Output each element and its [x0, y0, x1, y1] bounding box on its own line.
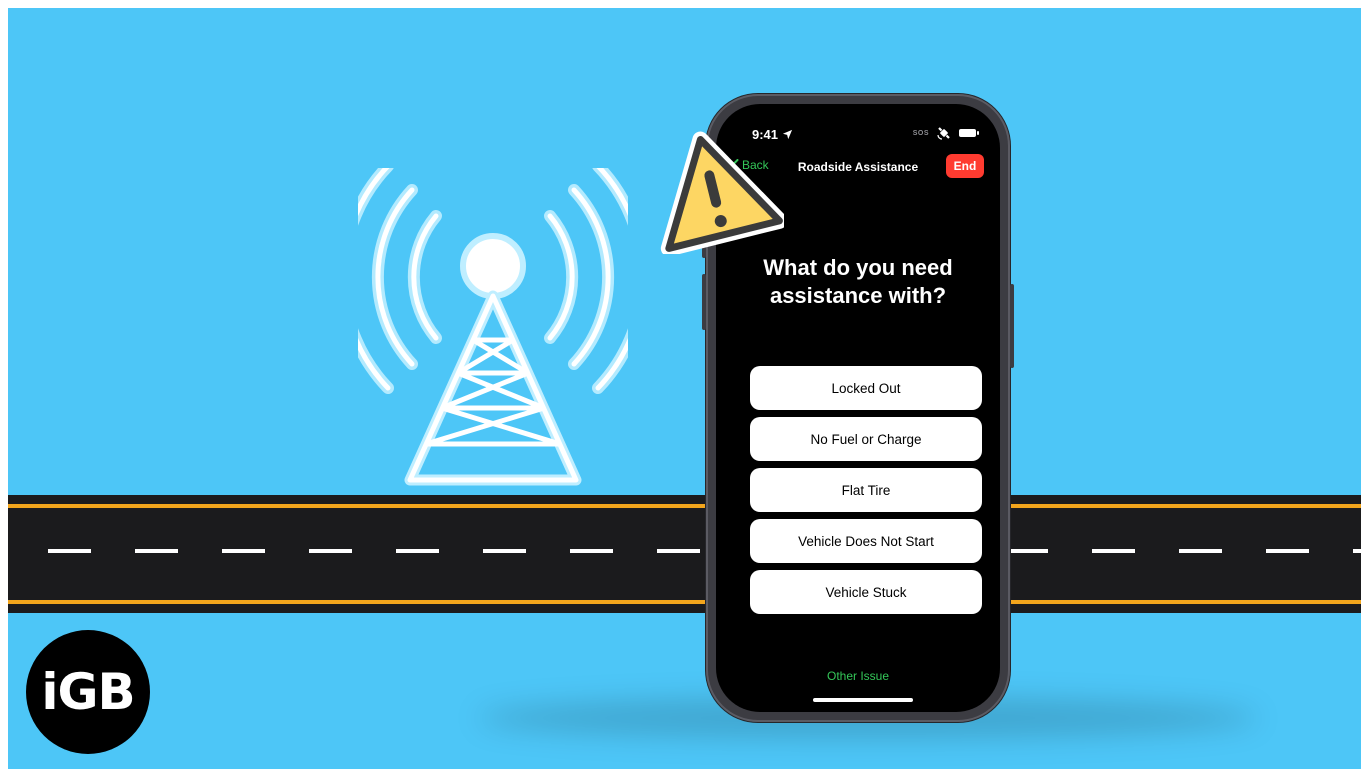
road-edge-line: [8, 600, 1361, 604]
hero-illustration: 9:41 SOS Back Roadside Assistance End Wh…: [8, 8, 1361, 769]
option-vehicle-stuck[interactable]: Vehicle Stuck: [750, 570, 982, 614]
road-edge-line: [8, 504, 1361, 508]
road-center-dashes: [48, 549, 1361, 553]
home-indicator[interactable]: [813, 698, 913, 702]
option-flat-tire[interactable]: Flat Tire: [750, 468, 982, 512]
igb-logo: iGB: [26, 630, 150, 754]
end-button[interactable]: End: [946, 154, 984, 178]
question-heading: What do you need assistance with?: [716, 254, 1000, 310]
status-indicators: SOS: [912, 126, 979, 140]
option-no-fuel-or-charge[interactable]: No Fuel or Charge: [750, 417, 982, 461]
warning-icon: [660, 131, 784, 254]
question-line-1: What do you need: [763, 255, 953, 280]
question-line-2: assistance with?: [769, 283, 947, 308]
option-locked-out[interactable]: Locked Out: [750, 366, 982, 410]
cell-tower-icon: [358, 168, 628, 486]
road: [8, 495, 1361, 613]
logo-text: iGB: [41, 663, 135, 721]
satellite-icon: [937, 127, 950, 140]
option-vehicle-does-not-start[interactable]: Vehicle Does Not Start: [750, 519, 982, 563]
assistance-options: Locked Out No Fuel or Charge Flat Tire V…: [750, 366, 982, 621]
other-issue-link[interactable]: Other Issue: [716, 669, 1000, 683]
sos-indicator: SOS: [912, 129, 929, 137]
battery-icon: [959, 129, 979, 137]
